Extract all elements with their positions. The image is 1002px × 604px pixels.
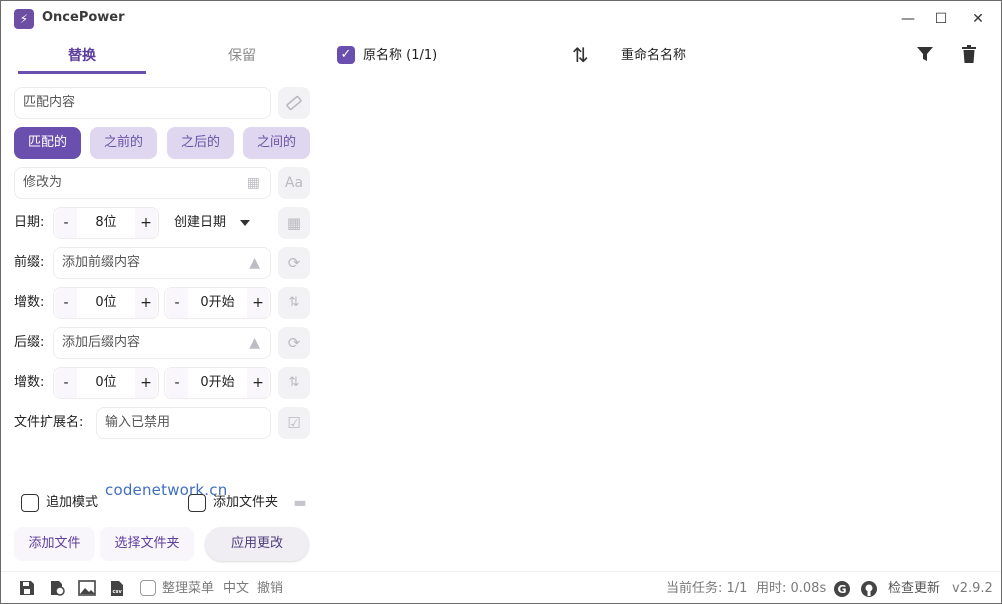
version-label: v2.9.2 [952, 581, 993, 596]
modify-to-placeholder: 修改为 [23, 175, 63, 190]
suffix-start-plus[interactable]: + [247, 368, 269, 398]
csv-file-icon[interactable]: csv [108, 580, 126, 598]
organize-menu-label: 整理菜单 [162, 581, 215, 596]
suffix-label: 后缀: [14, 335, 45, 350]
file-history-icon[interactable] [48, 580, 66, 598]
trash-icon[interactable] [961, 45, 977, 68]
prefix-digits-minus[interactable]: - [55, 288, 77, 318]
date-digits-stepper[interactable]: - 8位 + [53, 207, 159, 239]
app-window: ⚡ OncePower — ☐ ✕ 替换 保留 匹配内容 匹配的 之前的 之后的… [0, 0, 1002, 604]
save-icon[interactable] [18, 580, 36, 598]
mode-matched-button[interactable]: 匹配的 [14, 127, 81, 159]
sort-order-icon[interactable]: ⇅ [278, 367, 310, 399]
close-button[interactable]: ✕ [966, 7, 990, 31]
maximize-button[interactable]: ☐ [929, 7, 953, 31]
extension-placeholder: 输入已禁用 [105, 415, 171, 430]
suffix-start-value[interactable]: 0开始 [187, 368, 248, 398]
prefix-digits-plus[interactable]: + [135, 288, 157, 318]
folder-icon[interactable]: ▬ [291, 494, 309, 512]
checkbox-icon[interactable]: ☑ [278, 407, 310, 439]
app-title: OncePower [42, 10, 125, 25]
renamed-name-header: 重命名名称 [621, 48, 687, 63]
apply-changes-button[interactable]: 应用更改 [205, 527, 309, 561]
prefix-label: 前缀: [14, 255, 45, 270]
minimize-button[interactable]: — [896, 7, 920, 31]
svg-text:G: G [838, 583, 847, 596]
extension-input[interactable]: 输入已禁用 [96, 407, 271, 439]
append-mode-checkbox[interactable] [21, 494, 39, 512]
refresh-icon[interactable]: ⟳ [278, 327, 310, 359]
title-bar: ⚡ OncePower — ☐ ✕ [1, 1, 1001, 37]
suffix-digits-minus[interactable]: - [55, 368, 77, 398]
calendar-icon[interactable]: ▦ [247, 175, 260, 191]
refresh-icon[interactable]: ⟳ [278, 247, 310, 279]
extension-label: 文件扩展名: [14, 415, 84, 430]
prefix-digits-stepper[interactable]: - 0位 + [53, 287, 159, 319]
match-content-placeholder: 匹配内容 [23, 95, 76, 110]
prefix-increment-label: 增数: [14, 295, 45, 310]
select-folder-button[interactable]: 选择文件夹 [100, 527, 194, 561]
prefix-start-plus[interactable]: + [247, 288, 269, 318]
mode-before-button[interactable]: 之前的 [90, 127, 157, 159]
prefix-placeholder: 添加前缀内容 [62, 255, 141, 270]
filter-icon[interactable] [916, 45, 934, 68]
prefix-digits-value[interactable]: 0位 [76, 288, 136, 318]
suffix-input[interactable]: 添加后缀内容 ▲ [53, 327, 271, 359]
organize-menu-checkbox[interactable] [140, 580, 156, 596]
sort-icon[interactable]: ⇅ [572, 43, 589, 67]
suffix-digits-value[interactable]: 0位 [76, 368, 136, 398]
modify-to-input[interactable]: 修改为 ▦ [14, 167, 271, 199]
check-update-link[interactable]: 检查更新 [888, 580, 940, 598]
status-bar: csv 整理菜单 中文 撤销 当前任务: 1/1 用时: 0.08s G 检查更… [1, 571, 1001, 604]
suffix-increment-label: 增数: [14, 375, 45, 390]
date-type-value: 创建日期 [174, 215, 227, 230]
mode-after-button[interactable]: 之后的 [167, 127, 234, 159]
time-used-status: 用时: 0.08s [756, 581, 827, 596]
append-mode-label: 追加模式 [46, 495, 99, 510]
suffix-placeholder: 添加后缀内容 [62, 335, 141, 350]
text-case-icon[interactable]: Aa [278, 167, 310, 199]
language-toggle[interactable]: 中文 [223, 580, 249, 598]
sort-order-icon[interactable]: ⇅ [278, 287, 310, 319]
add-folder-checkbox[interactable] [188, 494, 206, 512]
prefix-start-minus[interactable]: - [166, 288, 188, 318]
google-icon[interactable]: G [833, 580, 851, 598]
watermark: codenetwork.cn [105, 481, 228, 499]
add-files-button[interactable]: 添加文件 [14, 527, 95, 561]
lightning-icon: ⚡ [14, 9, 34, 29]
select-all-checkbox[interactable]: ✓ [337, 46, 355, 64]
mode-between-button[interactable]: 之间的 [243, 127, 310, 159]
date-label: 日期: [14, 215, 45, 230]
tab-keep[interactable]: 保留 [178, 45, 306, 75]
suffix-digits-stepper[interactable]: - 0位 + [53, 367, 159, 399]
github-icon[interactable] [860, 580, 878, 598]
file-upload-icon[interactable]: ▲ [249, 335, 260, 351]
suffix-start-stepper[interactable]: - 0开始 + [164, 367, 271, 399]
date-type-select[interactable]: 创建日期 [174, 207, 251, 239]
add-folder-label: 添加文件夹 [213, 495, 279, 510]
suffix-digits-plus[interactable]: + [135, 368, 157, 398]
chevron-down-icon [240, 219, 251, 226]
image-icon[interactable] [78, 580, 96, 598]
date-minus-button[interactable]: - [55, 208, 77, 238]
match-content-input[interactable]: 匹配内容 [14, 87, 271, 119]
original-name-header: 原名称 (1/1) [363, 48, 438, 63]
prefix-start-value[interactable]: 0开始 [187, 288, 248, 318]
undo-button[interactable]: 撤销 [257, 580, 283, 598]
date-plus-button[interactable]: + [135, 208, 157, 238]
current-task-status: 当前任务: 1/1 [666, 581, 748, 596]
calendar-icon[interactable]: ▦ [278, 207, 310, 239]
tab-replace[interactable]: 替换 [18, 45, 146, 75]
svg-text:csv: csv [113, 589, 123, 595]
prefix-input[interactable]: 添加前缀内容 ▲ [53, 247, 271, 279]
ruler-icon[interactable] [278, 87, 310, 119]
suffix-start-minus[interactable]: - [166, 368, 188, 398]
date-digits-value[interactable]: 8位 [76, 208, 136, 238]
file-upload-icon[interactable]: ▲ [249, 255, 260, 271]
prefix-start-stepper[interactable]: - 0开始 + [164, 287, 271, 319]
